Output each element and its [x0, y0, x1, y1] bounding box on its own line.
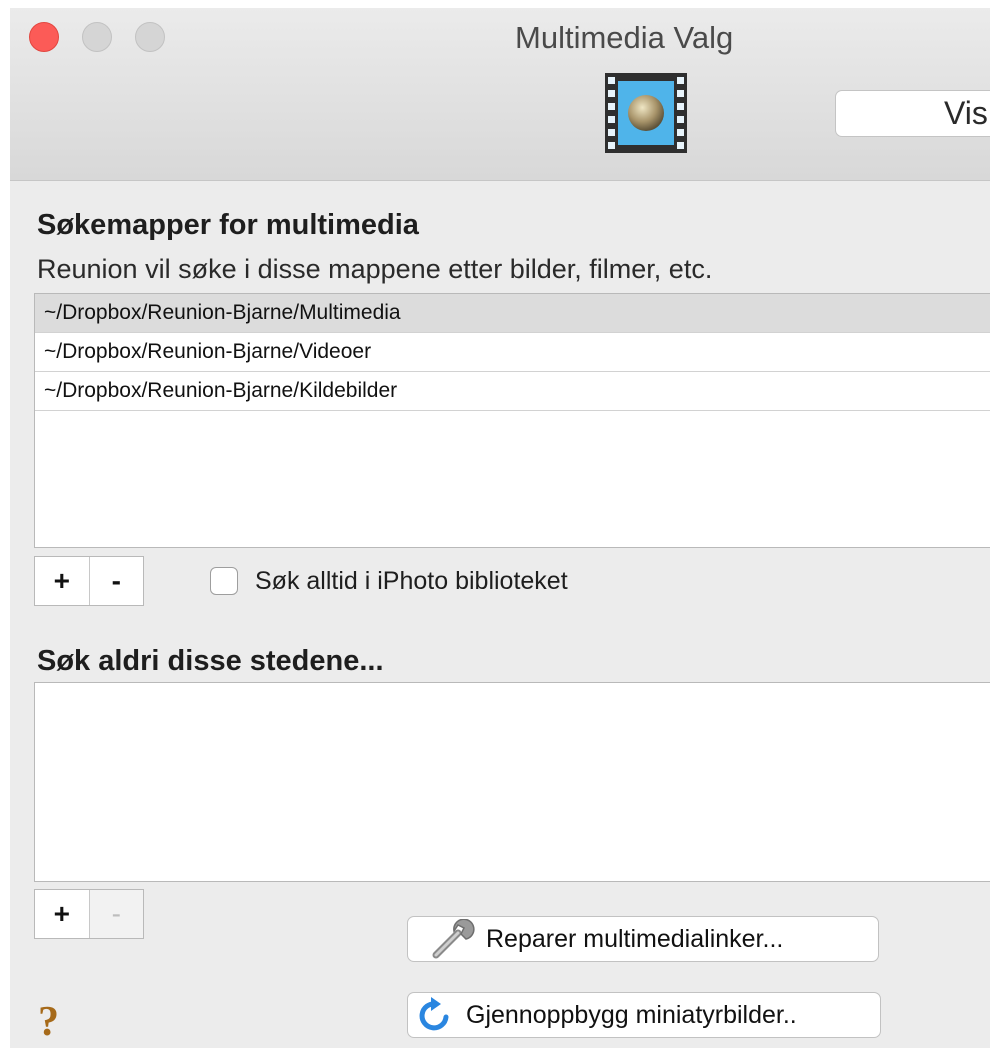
folder-path: ~/Dropbox/Reunion-Bjarne/Videoer [44, 340, 372, 363]
never-search-list[interactable] [34, 682, 990, 882]
search-folders-list[interactable]: ~/Dropbox/Reunion-Bjarne/Multimedia ~/Dr… [34, 293, 990, 548]
toolbar-view-button[interactable]: Vis [835, 90, 990, 137]
folder-path: ~/Dropbox/Reunion-Bjarne/Kildebilder [44, 379, 398, 402]
zoom-window-button[interactable] [135, 22, 165, 52]
wrench-icon [432, 919, 475, 959]
list-item[interactable]: ~/Dropbox/Reunion-Bjarne/Kildebilder [35, 372, 990, 411]
minimize-window-button[interactable] [82, 22, 112, 52]
toolbar-view-label: Vis [944, 95, 988, 131]
iphoto-checkbox-label[interactable]: Søk alltid i iPhoto biblioteket [255, 567, 568, 596]
rebuild-thumbnails-button[interactable]: Gjennoppbygg miniatyrbilder.. [407, 992, 881, 1038]
rebuild-thumbnails-label: Gjennoppbygg miniatyrbilder.. [466, 1000, 797, 1029]
close-window-button[interactable] [29, 22, 59, 52]
repair-links-button[interactable]: Reparer multimedialinker... [407, 916, 879, 962]
folder-path: ~/Dropbox/Reunion-Bjarne/Multimedia [44, 301, 401, 324]
titlebar: Multimedia Valg Vis [10, 8, 990, 181]
refresh-icon [419, 997, 449, 1031]
remove-folder-button[interactable]: - [88, 557, 144, 605]
search-folders-title: Søkemapper for multimedia [37, 209, 419, 241]
list-item[interactable]: ~/Dropbox/Reunion-Bjarne/Videoer [35, 333, 990, 372]
film-icon[interactable] [605, 73, 687, 153]
window-title: Multimedia Valg [515, 20, 734, 55]
search-folders-buttons: + - [34, 556, 144, 606]
remove-excluded-button: - [88, 890, 143, 938]
search-folders-subtitle: Reunion vil søke i disse mappene etter b… [37, 254, 713, 284]
add-folder-button[interactable]: + [35, 557, 89, 605]
never-search-title: Søk aldri disse stedene... [37, 645, 384, 677]
list-item[interactable]: ~/Dropbox/Reunion-Bjarne/Multimedia [35, 294, 990, 333]
multimedia-preferences-window: Multimedia Valg Vis Søkemapper for multi… [10, 8, 990, 1048]
repair-links-label: Reparer multimedialinker... [486, 924, 784, 953]
never-search-buttons: + - [34, 889, 144, 939]
add-excluded-button[interactable]: + [35, 890, 89, 938]
iphoto-option: Søk alltid i iPhoto biblioteket [210, 566, 568, 596]
iphoto-checkbox[interactable] [210, 567, 238, 595]
help-button[interactable]: ? [38, 998, 59, 1046]
